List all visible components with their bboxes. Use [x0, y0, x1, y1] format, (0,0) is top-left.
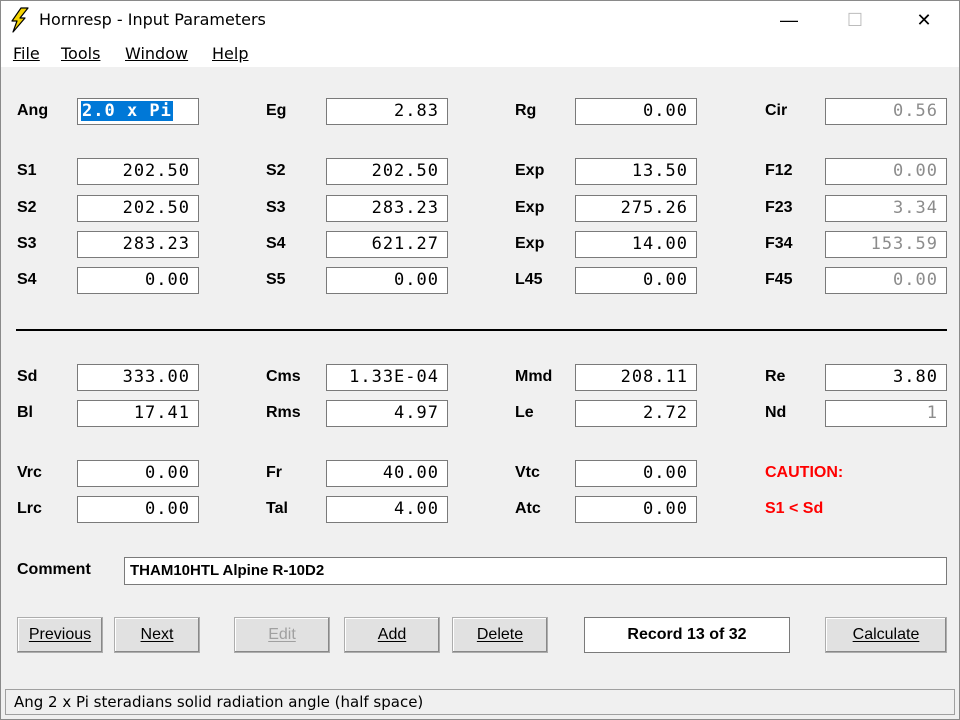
- status-bar: Ang 2 x Pi steradians solid radiation an…: [5, 689, 955, 715]
- menu-help-label: Help: [212, 44, 249, 63]
- title-bar[interactable]: Hornresp - Input Parameters — ☐ ✕: [1, 1, 959, 39]
- rms-label: Rms: [266, 404, 301, 421]
- mmd-field[interactable]: 208.11: [575, 364, 697, 391]
- s3-label: S3: [17, 235, 37, 252]
- vtc-label: Vtc: [515, 464, 540, 481]
- rms-field[interactable]: 4.97: [326, 400, 448, 427]
- s2-label: S2: [17, 199, 37, 216]
- add-button[interactable]: Add: [344, 617, 440, 653]
- tal-label: Tal: [266, 500, 288, 517]
- calculate-button[interactable]: Calculate: [825, 617, 947, 653]
- bl-field[interactable]: 17.41: [77, 400, 199, 427]
- s2-field[interactable]: 202.50: [326, 158, 448, 185]
- s1-field[interactable]: 202.50: [77, 158, 199, 185]
- nd-label: Nd: [765, 404, 787, 421]
- lrc-field[interactable]: 0.00: [77, 496, 199, 523]
- cms-label: Cms: [266, 368, 301, 385]
- fr-label: Fr: [266, 464, 282, 481]
- exp-field[interactable]: 14.00: [575, 231, 697, 258]
- re-label: Re: [765, 368, 786, 385]
- s3-label: S3: [266, 199, 286, 216]
- previous-button[interactable]: Previous: [17, 617, 103, 653]
- tal-field[interactable]: 4.00: [326, 496, 448, 523]
- l45-label: L45: [515, 271, 543, 288]
- delete-button[interactable]: Delete: [452, 617, 548, 653]
- next-button[interactable]: Next: [114, 617, 200, 653]
- le-field[interactable]: 2.72: [575, 400, 697, 427]
- menu-window[interactable]: Window: [125, 44, 188, 63]
- rg-label: Rg: [515, 102, 537, 119]
- ang-label: Ang: [17, 102, 49, 119]
- sd-label: Sd: [17, 368, 38, 385]
- s2-field[interactable]: 202.50: [77, 195, 199, 222]
- menu-tools-label: Tools: [61, 44, 101, 63]
- atc-label: Atc: [515, 500, 541, 517]
- s5-field[interactable]: 0.00: [326, 267, 448, 294]
- s4-field[interactable]: 621.27: [326, 231, 448, 258]
- window-title: Hornresp - Input Parameters: [39, 10, 266, 29]
- menu-help[interactable]: Help: [212, 44, 248, 63]
- vrc-label: Vrc: [17, 464, 42, 481]
- f23-label: F23: [765, 199, 793, 216]
- exp-field[interactable]: 275.26: [575, 195, 697, 222]
- nd-field: 1: [825, 400, 947, 427]
- sd-field[interactable]: 333.00: [77, 364, 199, 391]
- f12-field: 0.00: [825, 158, 947, 185]
- vtc-field[interactable]: 0.00: [575, 460, 697, 487]
- exp-label: Exp: [515, 235, 545, 252]
- exp-field[interactable]: 13.50: [575, 158, 697, 185]
- f23-field: 3.34: [825, 195, 947, 222]
- fr-field[interactable]: 40.00: [326, 460, 448, 487]
- s1-label: S1: [17, 162, 37, 179]
- f45-label: F45: [765, 271, 793, 288]
- lrc-label: Lrc: [17, 500, 42, 517]
- f34-label: F34: [765, 235, 793, 252]
- cir-field: 0.56: [825, 98, 947, 125]
- caution-heading: CAUTION:: [765, 464, 844, 481]
- minimize-button[interactable]: —: [766, 1, 812, 39]
- vrc-field[interactable]: 0.00: [77, 460, 199, 487]
- rg-field[interactable]: 0.00: [575, 98, 697, 125]
- atc-field[interactable]: 0.00: [575, 496, 697, 523]
- caution-message: S1 < Sd: [765, 500, 824, 517]
- f34-field: 153.59: [825, 231, 947, 258]
- mmd-label: Mmd: [515, 368, 553, 385]
- close-button[interactable]: ✕: [901, 1, 947, 39]
- menu-tools[interactable]: Tools: [61, 44, 100, 63]
- cms-field[interactable]: 1.33E-04: [326, 364, 448, 391]
- f12-label: F12: [765, 162, 793, 179]
- s2-label: S2: [266, 162, 286, 179]
- exp-label: Exp: [515, 162, 545, 179]
- menu-file-label: File: [13, 44, 40, 63]
- s4-field[interactable]: 0.00: [77, 267, 199, 294]
- l45-field[interactable]: 0.00: [575, 267, 697, 294]
- comment-label: Comment: [17, 561, 91, 578]
- eg-field[interactable]: 2.83: [326, 98, 448, 125]
- hornresp-window: Hornresp - Input Parameters — ☐ ✕ File T…: [0, 0, 960, 720]
- le-label: Le: [515, 404, 534, 421]
- s5-label: S5: [266, 271, 286, 288]
- comment-field[interactable]: THAM10HTL Alpine R-10D2: [124, 557, 947, 585]
- s3-field[interactable]: 283.23: [326, 195, 448, 222]
- eg-label: Eg: [266, 102, 287, 119]
- cir-label: Cir: [765, 102, 788, 119]
- menu-bar: File Tools Window Help: [1, 39, 959, 67]
- menu-window-label: Window: [125, 44, 189, 63]
- lightning-bolt-icon: [11, 7, 29, 33]
- section-divider: [16, 329, 947, 331]
- edit-button: Edit: [234, 617, 330, 653]
- s4-label: S4: [17, 271, 37, 288]
- s4-label: S4: [266, 235, 286, 252]
- bl-label: Bl: [17, 404, 33, 421]
- exp-label: Exp: [515, 199, 545, 216]
- ang-value: 2.0 x Pi: [81, 101, 173, 121]
- menu-file[interactable]: File: [13, 44, 40, 63]
- s3-field[interactable]: 283.23: [77, 231, 199, 258]
- maximize-button[interactable]: ☐: [832, 1, 878, 39]
- f45-field: 0.00: [825, 267, 947, 294]
- ang-field[interactable]: 2.0 x Pi: [77, 98, 199, 125]
- record-counter: Record 13 of 32: [584, 617, 790, 653]
- re-field[interactable]: 3.80: [825, 364, 947, 391]
